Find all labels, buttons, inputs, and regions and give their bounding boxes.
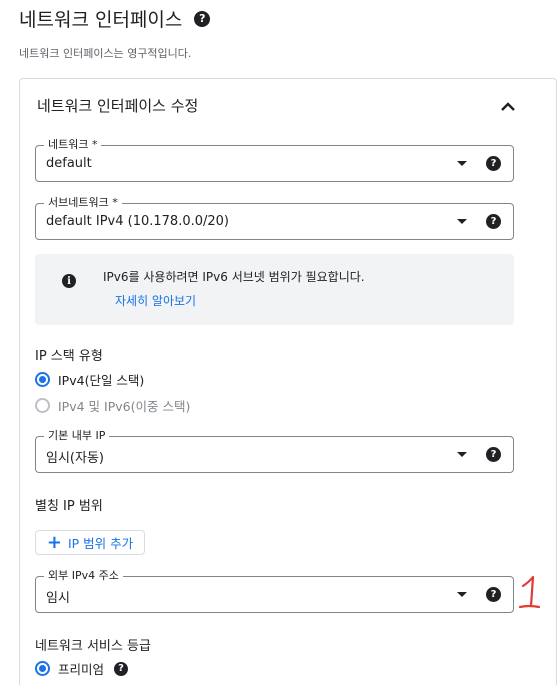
annotation-mark: [518, 575, 541, 609]
help-icon[interactable]: ?: [486, 214, 501, 229]
info-text: IPv6를 사용하려면 IPv6 서브넷 범위가 필요합니다.: [103, 270, 365, 284]
radio-icon[interactable]: [35, 661, 50, 676]
dropdown-arrow-icon[interactable]: [457, 452, 467, 457]
collapse-button[interactable]: [496, 95, 520, 119]
network-select[interactable]: 네트워크 * default ?: [35, 138, 514, 182]
external-ip-label: 외부 IPv4 주소: [44, 569, 123, 583]
dropdown-arrow-icon[interactable]: [457, 592, 467, 597]
page-title: 네트워크 인터페이스 ?: [19, 5, 211, 32]
help-icon[interactable]: ?: [486, 447, 501, 462]
service-tier-title: 네트워크 서비스 등급: [35, 639, 151, 654]
info-icon: i: [62, 274, 76, 288]
learn-more-link[interactable]: 자세히 알아보기: [115, 292, 196, 309]
page-title-text: 네트워크 인터페이스: [19, 9, 183, 31]
plus-icon: +: [46, 531, 62, 553]
chevron-up-icon: [501, 102, 515, 111]
network-label: 네트워크 *: [44, 138, 102, 152]
subnetwork-select[interactable]: 서브네트워크 * default IPv4 (10.178.0.0/20) ?: [35, 196, 514, 240]
internal-ip-select[interactable]: 기본 내부 IP 임시(자동) ?: [35, 429, 514, 473]
radio-ipv4-ipv6-dual[interactable]: IPv4 및 IPv6(이중 스택): [35, 396, 190, 415]
alias-ip-title: 별칭 IP 범위: [35, 499, 103, 514]
radio-icon[interactable]: [35, 398, 50, 413]
ipv6-info-box: i IPv6를 사용하려면 IPv6 서브넷 범위가 필요합니다. 자세히 알아…: [35, 254, 514, 325]
card-title: 네트워크 인터페이스 수정: [37, 97, 199, 115]
help-icon[interactable]: ?: [486, 587, 501, 602]
ip-stack-title: IP 스택 유형: [35, 349, 103, 364]
internal-ip-label: 기본 내부 IP: [44, 429, 110, 443]
dropdown-arrow-icon[interactable]: [457, 219, 467, 224]
help-icon[interactable]: ?: [114, 661, 129, 676]
radio-icon[interactable]: [35, 372, 50, 387]
radio-ipv4-single[interactable]: IPv4(단일 스택): [35, 370, 144, 389]
radio-label: IPv4 및 IPv6(이중 스택): [58, 399, 191, 414]
help-icon[interactable]: ?: [486, 156, 501, 171]
help-icon[interactable]: ?: [194, 10, 211, 27]
subnetwork-label: 서브네트워크 *: [44, 196, 122, 210]
page-description: 네트워크 인터페이스는 영구적입니다.: [19, 47, 192, 60]
add-ip-range-button[interactable]: + IP 범위 추가: [35, 530, 145, 555]
external-ip-select[interactable]: 외부 IPv4 주소 임시 ?: [35, 569, 514, 613]
radio-premium[interactable]: 프리미엄 ?: [35, 659, 129, 678]
dropdown-arrow-icon[interactable]: [457, 161, 467, 166]
subnetwork-value: default IPv4 (10.178.0.0/20): [46, 214, 230, 229]
network-value: default: [46, 156, 92, 171]
radio-label: IPv4(단일 스택): [58, 373, 145, 388]
external-ip-value: 임시: [46, 591, 70, 606]
internal-ip-value: 임시(자동): [46, 451, 104, 466]
radio-label: 프리미엄: [58, 662, 105, 677]
network-interface-edit-card: 네트워크 인터페이스 수정 네트워크 * default ? 서브네트워크 * …: [19, 78, 557, 685]
add-ip-range-label: IP 범위 추가: [67, 536, 134, 551]
